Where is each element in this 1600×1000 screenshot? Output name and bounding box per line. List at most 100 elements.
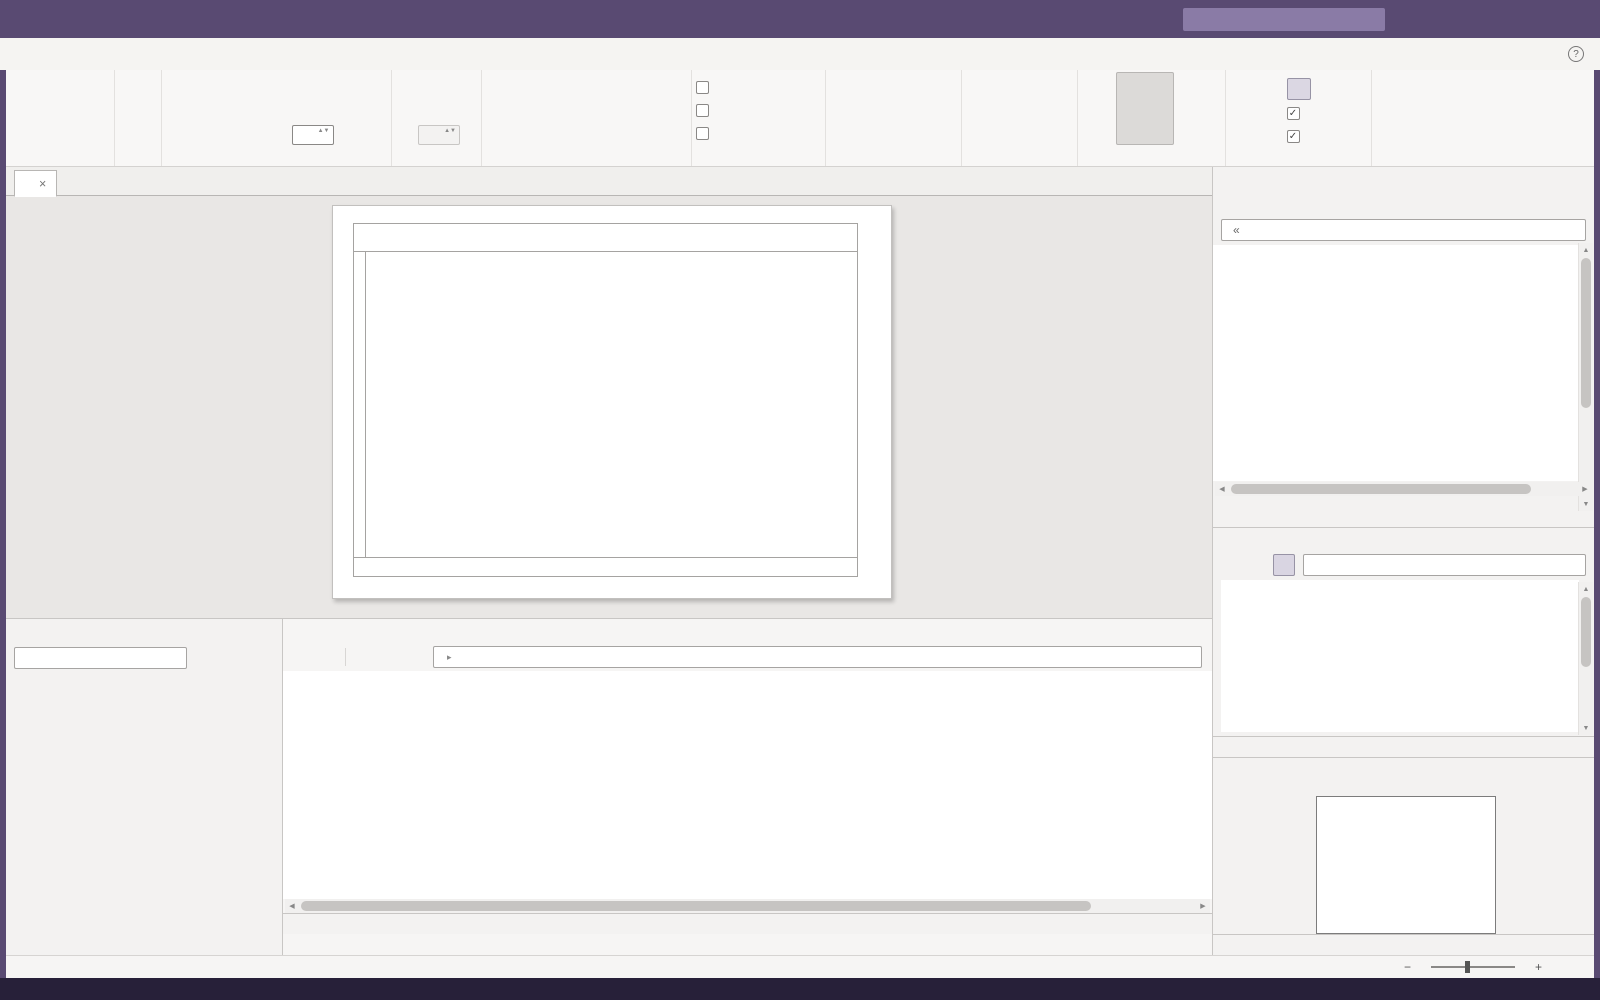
- properties-search[interactable]: [1303, 554, 1586, 576]
- scrollbar-thumb[interactable]: [1231, 484, 1531, 494]
- insert-document-element-button[interactable]: [13, 72, 111, 152]
- document-page[interactable]: [332, 205, 892, 599]
- back-button[interactable]: [353, 646, 375, 668]
- object-properties-button[interactable]: [1436, 72, 1490, 152]
- object-list-tabs: [283, 913, 1212, 934]
- property-group-header[interactable]: [1221, 580, 1579, 599]
- data-query-button[interactable]: [1369, 193, 1391, 215]
- explorer-breadcrumb[interactable]: «: [1221, 219, 1586, 241]
- zoom-out-button[interactable]: −: [1404, 960, 1411, 974]
- scroll-down-icon[interactable]: ▼: [1579, 721, 1593, 735]
- activated-subfolder-combo[interactable]: [14, 647, 187, 669]
- description-toggle-button[interactable]: [1273, 554, 1295, 576]
- pictures-button[interactable]: [829, 72, 873, 152]
- scrollbar-thumb[interactable]: [301, 901, 1091, 911]
- previous-page-button[interactable]: [285, 78, 336, 99]
- goto-section-spinner[interactable]: ▲▼: [418, 125, 460, 145]
- data-source-button[interactable]: [1219, 193, 1241, 215]
- page-color-button[interactable]: [644, 72, 688, 152]
- use-alignment-guides-checkbox[interactable]: ✓: [1287, 127, 1311, 146]
- menu-bar: ?: [0, 38, 1600, 70]
- scrollbar-thumb[interactable]: [1581, 258, 1591, 408]
- ultrasound-chart[interactable]: [366, 252, 858, 558]
- insert-after-button[interactable]: [218, 72, 268, 152]
- checkbox-icon: [696, 104, 709, 117]
- breadcrumb-collapse-icon[interactable]: «: [1233, 223, 1240, 237]
- explorer-hscrollbar[interactable]: ◀ ▶: [1215, 482, 1592, 496]
- scroll-right-icon[interactable]: ▶: [1196, 902, 1210, 910]
- previous-folder-button[interactable]: [194, 647, 216, 669]
- zoom-tool-button[interactable]: [1178, 124, 1187, 145]
- tell-me-search[interactable]: [1183, 8, 1385, 31]
- scroll-left-icon[interactable]: ◀: [1215, 485, 1229, 493]
- properties-vscrollbar[interactable]: ▲ ▼: [1578, 582, 1593, 735]
- scroll-up-icon[interactable]: ▲: [1579, 243, 1593, 257]
- forward-button[interactable]: [378, 646, 400, 668]
- header-and-footer-checkbox[interactable]: [696, 78, 822, 97]
- forward-button[interactable]: [1294, 193, 1316, 215]
- pick-attributes-button[interactable]: [1178, 78, 1187, 99]
- close-button[interactable]: [1550, 0, 1594, 38]
- window-left-edge: [0, 70, 6, 978]
- refresh-button[interactable]: [1319, 193, 1341, 215]
- next-page-button[interactable]: [285, 101, 336, 122]
- next-folder-button[interactable]: [223, 647, 245, 669]
- scrollbar-thumb[interactable]: [1581, 597, 1591, 667]
- zoom-in-button[interactable]: +: [1535, 960, 1542, 974]
- goto-page-spinner[interactable]: ▲▼: [292, 125, 334, 145]
- page-margins-button[interactable]: [486, 72, 538, 152]
- start-new-section-button[interactable]: [411, 78, 462, 99]
- spinner-arrows-icon[interactable]: ▲▼: [318, 128, 330, 142]
- explorer-vscrollbar[interactable]: ▲ ▼: [1578, 243, 1593, 511]
- goto-page-row: ▲▼: [285, 124, 336, 145]
- tab-close-icon[interactable]: ×: [39, 177, 46, 191]
- document-tab-bar: ×: [6, 167, 1212, 196]
- cut-button[interactable]: [1178, 101, 1187, 122]
- sort-alphabetical-button[interactable]: [1221, 554, 1243, 576]
- scroll-up-icon[interactable]: ▲: [1579, 582, 1593, 596]
- different-odd-even-checkbox[interactable]: [696, 124, 822, 143]
- help-icon[interactable]: ?: [1568, 46, 1584, 62]
- preview-pane-button[interactable]: [1244, 193, 1266, 215]
- properties-grid: [1221, 580, 1579, 732]
- expand-levels-button[interactable]: [316, 646, 338, 668]
- scroll-left-icon[interactable]: ◀: [285, 902, 299, 910]
- move-page-button[interactable]: [272, 101, 281, 122]
- zoom-slider[interactable]: [1431, 966, 1515, 968]
- object-list-hscrollbar[interactable]: ◀ ▶: [285, 899, 1210, 913]
- show-grid-button[interactable]: [1287, 78, 1311, 100]
- view-mode-button[interactable]: [1344, 193, 1366, 215]
- different-first-page-checkbox[interactable]: [696, 101, 822, 120]
- group-section: ▲▼: [392, 70, 482, 166]
- shapes-button[interactable]: [877, 72, 919, 152]
- label-button[interactable]: [923, 72, 959, 152]
- tab-document[interactable]: ×: [14, 170, 57, 197]
- categorize-button[interactable]: [1247, 554, 1269, 576]
- minimize-button[interactable]: [1462, 0, 1506, 38]
- date-field-button[interactable]: [1015, 78, 1024, 99]
- snap-to-grid-checkbox[interactable]: ✓: [1287, 104, 1311, 123]
- up-button[interactable]: [403, 646, 425, 668]
- maximize-button[interactable]: [1506, 0, 1550, 38]
- cancel-section-button[interactable]: [411, 101, 462, 122]
- size-button[interactable]: [604, 72, 640, 152]
- scroll-right-icon[interactable]: ▶: [1578, 485, 1592, 493]
- object-list-panel: ▸ ◀ ▶: [282, 618, 1212, 955]
- ribbon-options-button[interactable]: [1418, 0, 1462, 38]
- time-field-button[interactable]: [1015, 101, 1024, 122]
- save-as-template-button[interactable]: [1374, 72, 1432, 152]
- explorer-options-button[interactable]: [1394, 193, 1416, 215]
- document-canvas[interactable]: [6, 196, 1212, 618]
- open-folder-button[interactable]: [291, 646, 313, 668]
- back-button[interactable]: [1269, 193, 1291, 215]
- selection-tool-button[interactable]: [1116, 72, 1174, 145]
- activate-folder-button[interactable]: [252, 647, 274, 669]
- object-list-breadcrumb[interactable]: ▸: [433, 646, 1202, 668]
- page-number-field-button[interactable]: [1015, 124, 1024, 145]
- zoom-slider-thumb[interactable]: [1465, 961, 1470, 973]
- cursors-on-off-button[interactable]: [118, 72, 158, 152]
- scroll-down-icon[interactable]: ▼: [1579, 497, 1593, 511]
- delete-page-button[interactable]: [272, 124, 281, 145]
- insert-before-button[interactable]: [272, 78, 281, 99]
- orientation-button[interactable]: [542, 72, 600, 152]
